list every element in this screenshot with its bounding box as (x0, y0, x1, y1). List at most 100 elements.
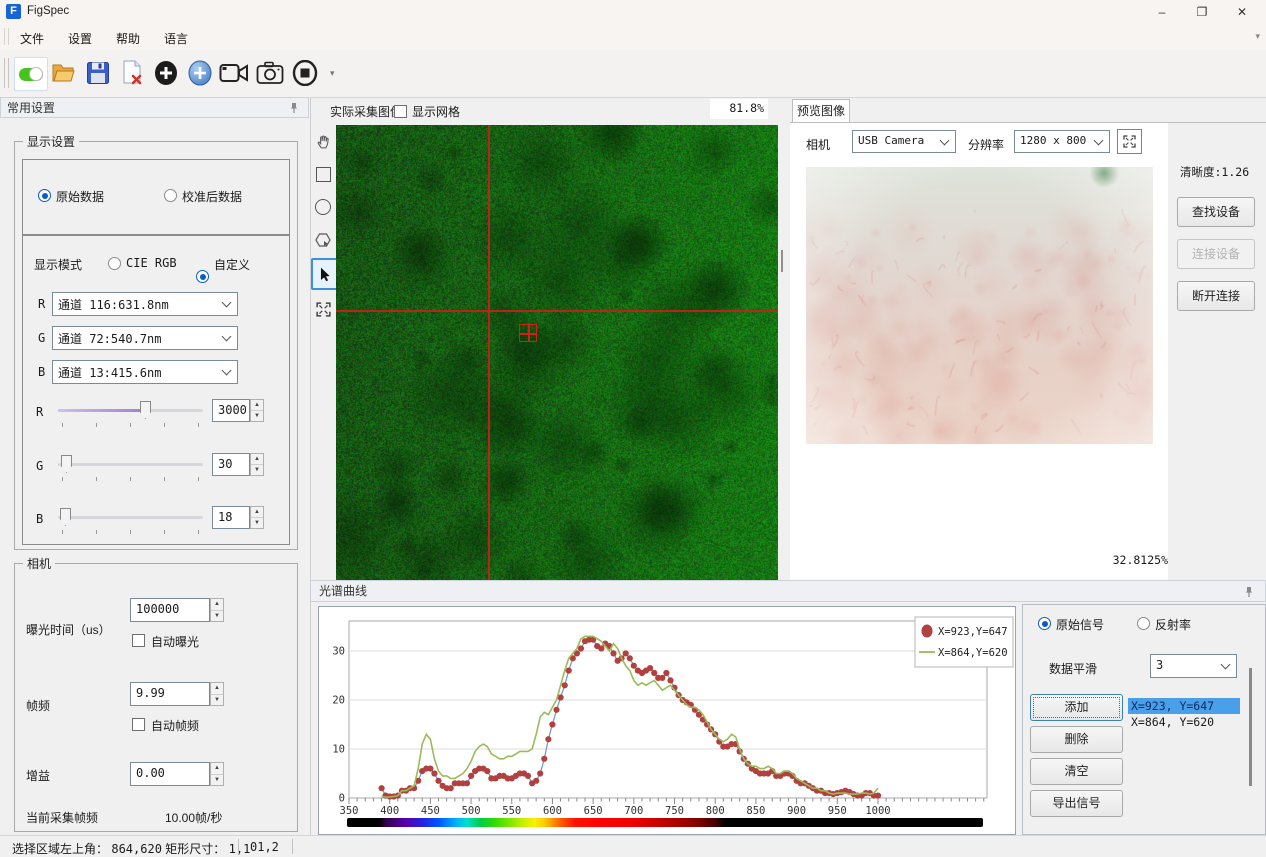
gain-field[interactable]: 0.00 (130, 762, 210, 786)
g-value-spinner[interactable]: ▲▼ (250, 453, 264, 476)
cursor-tool-button[interactable] (311, 258, 339, 290)
svg-text:950: 950 (828, 805, 847, 817)
menu-file[interactable]: 文件 (14, 28, 50, 49)
b-value-spinner[interactable]: ▲▼ (250, 506, 264, 529)
g-slider-track[interactable] (58, 463, 203, 466)
svg-text:350: 350 (340, 805, 359, 817)
captured-image-canvas[interactable] (336, 125, 778, 580)
add-point-button[interactable]: 添加 (1030, 694, 1123, 721)
fit-view-tool-button[interactable] (311, 296, 335, 322)
raw-data-radio[interactable] (38, 189, 51, 202)
snapshot-icon[interactable] (254, 57, 286, 89)
captured-image-view[interactable] (336, 125, 778, 580)
selection-label: 选择区域左上角： (12, 842, 108, 856)
b-value-field[interactable]: 18 (212, 506, 250, 529)
b-slider-track[interactable] (58, 516, 203, 519)
g-channel-combo[interactable]: 通道 72:540.7nm (52, 326, 238, 350)
preview-fullscreen-button[interactable] (1117, 129, 1142, 154)
record-video-icon[interactable] (218, 57, 250, 89)
show-grid-checkbox[interactable] (394, 105, 407, 118)
gain-spinner[interactable]: ▲▼ (210, 762, 224, 786)
b-channel-combo[interactable]: 通道 13:415.6nm (52, 360, 238, 384)
add-icon[interactable] (150, 57, 182, 89)
auto-exposure-checkbox[interactable] (132, 634, 145, 647)
r-slider-ticks (62, 423, 202, 427)
r-value-field[interactable]: 3000 (212, 399, 250, 422)
list-item[interactable]: X=864, Y=620 (1128, 714, 1240, 730)
chevron-down-icon (222, 332, 232, 342)
resolution-combo[interactable]: 1280 x 800 (1014, 130, 1110, 153)
menu-language[interactable]: 语言 (158, 28, 194, 49)
spectrum-chart: 0102030350400450500550600650700750800850… (318, 606, 1016, 835)
menu-overflow-icon[interactable]: ▾ (1255, 31, 1260, 42)
pin-icon[interactable] (288, 102, 300, 114)
status-extra: 01,2 (250, 840, 279, 854)
find-device-button[interactable]: 查找设备 (1177, 197, 1255, 227)
circle-icon (315, 199, 331, 215)
b-channel-value: 通道 13:415.6nm (58, 364, 161, 381)
pin-icon[interactable] (1243, 586, 1255, 598)
menu-help[interactable]: 帮助 (110, 28, 146, 49)
add-target-icon[interactable] (184, 57, 216, 89)
points-list-scrollbar[interactable] (1249, 668, 1252, 786)
r-slider-track[interactable] (58, 409, 203, 412)
custom-mode-radio[interactable] (196, 270, 209, 283)
framerate-spinner[interactable]: ▲▼ (210, 682, 224, 706)
list-item[interactable]: X=923, Y=647 (1128, 698, 1240, 714)
r-value-spinner[interactable]: ▲▼ (250, 399, 264, 422)
app-logo-icon: F (6, 4, 21, 19)
exposure-label: 曝光时间（us） (26, 621, 111, 638)
expand-icon (1123, 135, 1136, 148)
hand-icon (316, 134, 331, 149)
exposure-field[interactable]: 100000 (130, 598, 210, 622)
save-icon[interactable] (82, 57, 114, 89)
pan-tool-button[interactable] (311, 128, 335, 154)
open-file-icon[interactable] (48, 57, 80, 89)
display-mode-box (22, 235, 290, 545)
auto-framerate-checkbox[interactable] (132, 718, 145, 731)
polygon-select-tool-button[interactable] (311, 227, 335, 253)
maximize-button[interactable]: ❐ (1182, 0, 1222, 24)
capture-zoom-level: 81.8% (710, 99, 768, 119)
export-signal-button[interactable]: 导出信号 (1030, 790, 1123, 817)
preview-tab[interactable]: 预览图像 (792, 99, 850, 124)
toolbar-grip[interactable] (4, 58, 9, 88)
capture-toggle-icon[interactable] (14, 57, 48, 91)
menu-settings[interactable]: 设置 (62, 28, 98, 49)
raw-signal-radio[interactable] (1038, 617, 1051, 630)
calibrated-data-radio[interactable] (164, 189, 177, 202)
svg-text:1000: 1000 (865, 805, 890, 817)
b-slider-letter: B (36, 512, 43, 526)
current-fps-value: 10.00帧/秒 (165, 809, 222, 826)
ellipse-select-tool-button[interactable] (311, 194, 335, 220)
disconnect-device-button[interactable]: 断开连接 (1177, 281, 1255, 311)
r-channel-combo[interactable]: 通道 116:631.8nm (52, 292, 238, 316)
svg-text:20: 20 (332, 695, 345, 707)
expand-icon (316, 302, 331, 317)
exposure-spinner[interactable]: ▲▼ (210, 598, 224, 622)
framerate-field[interactable]: 9.99 (130, 682, 210, 706)
g-value-field[interactable]: 30 (212, 453, 250, 476)
camera-select-combo[interactable]: USB Camera (852, 130, 956, 153)
clear-points-button[interactable]: 清空 (1030, 758, 1123, 785)
status-bar: 选择区域左上角： 864,620 矩形尺寸： 1,1 01,2 (0, 835, 1266, 857)
captured-image-title: 实际采集图像 (330, 103, 402, 120)
close-button[interactable]: ✕ (1222, 0, 1262, 24)
delete-point-button[interactable]: 删除 (1030, 726, 1123, 753)
clear-document-icon[interactable] (116, 57, 148, 89)
r-channel-value: 通道 116:631.8nm (58, 296, 169, 313)
cie-rgb-radio[interactable] (108, 257, 121, 270)
toolbar-overflow-icon[interactable]: ▾ (330, 68, 335, 79)
connect-device-button[interactable]: 连接设备 (1177, 239, 1255, 269)
minimize-button[interactable]: – (1142, 0, 1182, 24)
smoothing-combo[interactable]: 3 (1150, 654, 1237, 678)
smoothing-value: 3 (1156, 658, 1163, 672)
stop-record-icon[interactable] (289, 57, 321, 89)
splitter-handle[interactable] (781, 250, 783, 272)
rect-select-tool-button[interactable] (311, 161, 335, 187)
current-fps-label: 当前采集帧频 (26, 809, 98, 826)
rectangle-icon (316, 167, 331, 182)
svg-text:500: 500 (462, 805, 481, 817)
chevron-down-icon (222, 298, 232, 308)
reflectance-radio[interactable] (1137, 617, 1150, 630)
